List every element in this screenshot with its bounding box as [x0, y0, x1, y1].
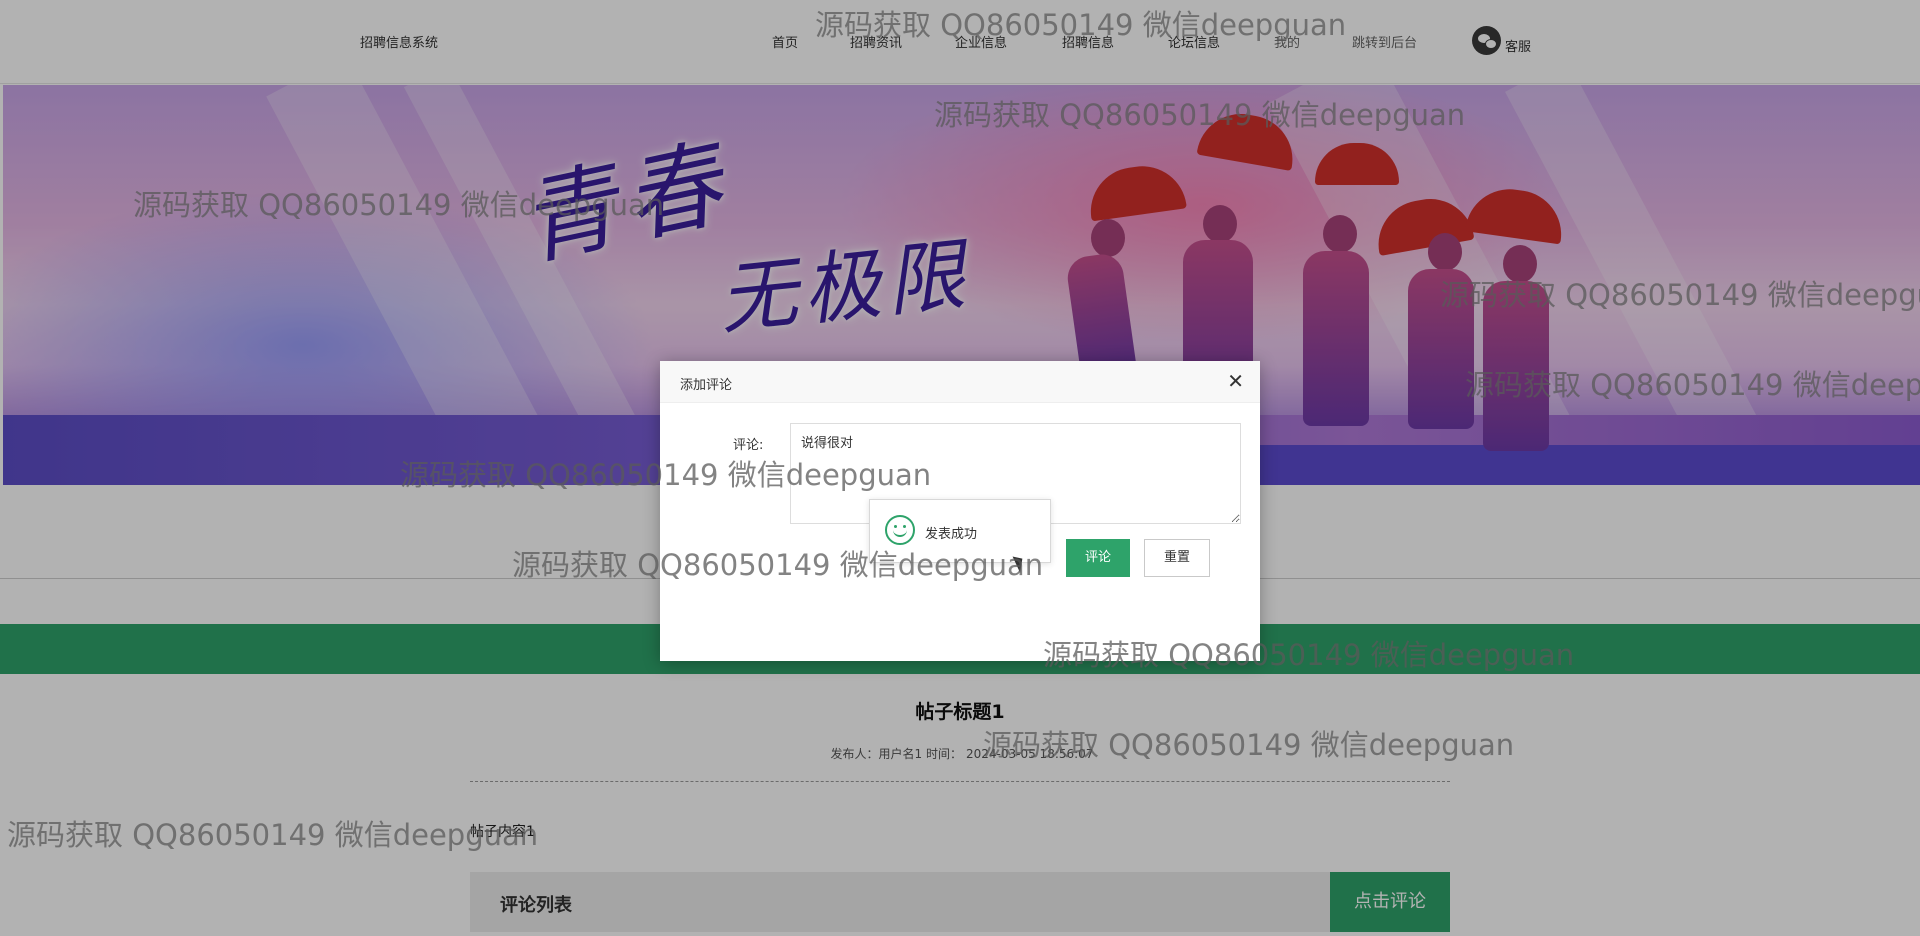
- add-comment-dialog: 添加评论 ✕ 评论: 说得很对 评论 重置 发表成功: [660, 361, 1260, 661]
- submit-comment-button[interactable]: 评论: [1066, 539, 1130, 577]
- dialog-header: 添加评论 ✕: [660, 361, 1260, 403]
- toast-message: 发表成功: [925, 527, 978, 542]
- success-toast: 发表成功: [869, 499, 1051, 563]
- comment-field-label: 评论:: [733, 438, 764, 453]
- smile-icon: [885, 515, 915, 545]
- dialog-title: 添加评论: [680, 378, 733, 393]
- reset-button[interactable]: 重置: [1144, 539, 1210, 577]
- close-icon[interactable]: ✕: [1227, 371, 1244, 391]
